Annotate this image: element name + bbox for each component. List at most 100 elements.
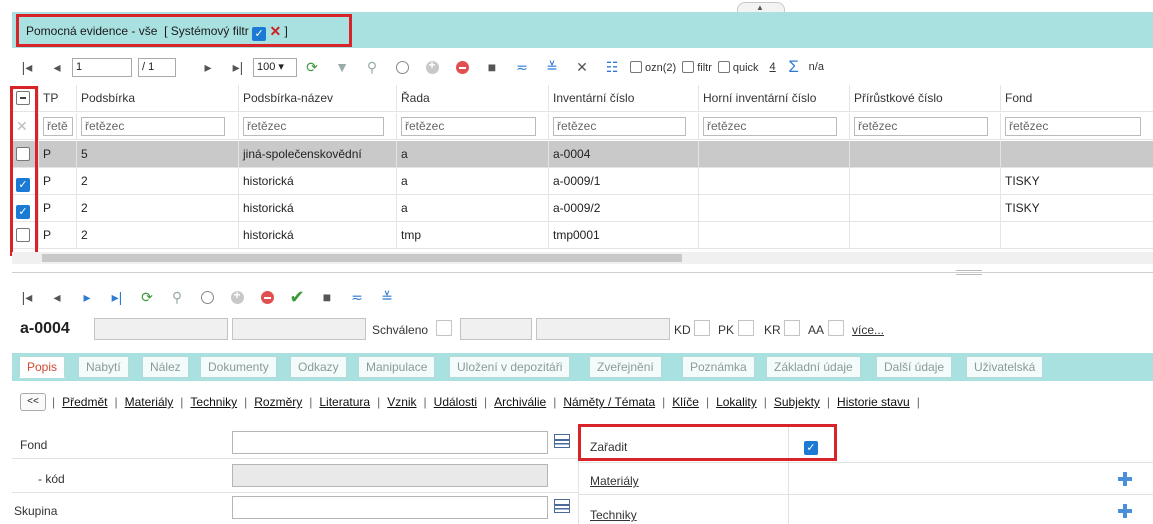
- list-picker-icon[interactable]: [554, 434, 570, 448]
- refresh-icon[interactable]: ⟳: [302, 57, 322, 77]
- add-icon[interactable]: [227, 287, 247, 307]
- section-link[interactable]: Rozměry: [254, 395, 302, 409]
- section-link[interactable]: Náměty / Témata: [563, 395, 655, 409]
- search-icon[interactable]: ⚲: [362, 57, 382, 77]
- add-technique-icon[interactable]: [1118, 504, 1132, 518]
- section-link[interactable]: Subjekty: [774, 395, 820, 409]
- column-header[interactable]: Řada: [396, 85, 548, 112]
- table-row[interactable]: P 5 jiná-společenskovědní a a-0004: [12, 141, 1153, 168]
- sort-multi-icon[interactable]: ≚: [542, 57, 562, 77]
- column-header[interactable]: Podsbírka-název: [238, 85, 396, 112]
- page-number-input[interactable]: 1: [72, 57, 132, 77]
- delete-icon[interactable]: [452, 57, 472, 77]
- page-size-select[interactable]: 100 ▾: [253, 57, 297, 77]
- filter-input[interactable]: [43, 116, 74, 136]
- next-page-icon[interactable]: ▸: [198, 57, 218, 77]
- first-record-icon[interactable]: |◂: [17, 287, 37, 307]
- prev-record-icon[interactable]: ◂: [47, 287, 67, 307]
- sort-multi-icon[interactable]: ≚: [377, 287, 397, 307]
- table-row[interactable]: P 2 historická tmp tmp0001: [12, 222, 1153, 249]
- section-link[interactable]: Historie stavu: [837, 395, 910, 409]
- refresh-icon[interactable]: ⟳: [137, 287, 157, 307]
- fond-input[interactable]: [232, 431, 548, 454]
- section-link[interactable]: Lokality: [716, 395, 757, 409]
- tab-7[interactable]: Zveřejnění: [589, 356, 662, 378]
- column-header[interactable]: Přírůstkové číslo: [849, 85, 1000, 112]
- tab-3[interactable]: Dokumenty: [200, 356, 277, 378]
- add-material-icon[interactable]: [1118, 472, 1132, 486]
- pk-checkbox[interactable]: [738, 320, 754, 336]
- column-header[interactable]: Inventární číslo: [548, 85, 698, 112]
- columns-icon[interactable]: ☷: [602, 57, 622, 77]
- sort-icon[interactable]: ≂: [512, 57, 532, 77]
- back-button[interactable]: <<: [20, 393, 46, 411]
- last-page-icon[interactable]: ▸|: [228, 57, 248, 77]
- section-link[interactable]: Vznik: [387, 395, 416, 409]
- system-filter-checkbox[interactable]: ✓: [252, 27, 267, 41]
- schvaleno-checkbox[interactable]: [436, 320, 452, 336]
- print-icon[interactable]: ■: [482, 57, 502, 77]
- section-link[interactable]: Předmět: [62, 395, 107, 409]
- tab-2[interactable]: Nález: [142, 356, 189, 378]
- section-link[interactable]: Klíče: [672, 395, 699, 409]
- section-link[interactable]: Materiály: [125, 395, 174, 409]
- filter-input[interactable]: [1005, 116, 1142, 136]
- filter-input[interactable]: [243, 116, 384, 136]
- column-header[interactable]: Horní inventární číslo: [698, 85, 849, 112]
- tab-0[interactable]: Popis: [19, 356, 66, 378]
- prev-page-icon[interactable]: ◂: [47, 57, 67, 77]
- column-header[interactable]: Podsbírka: [76, 85, 238, 112]
- tab-8[interactable]: Poznámka: [682, 356, 755, 378]
- tab-9[interactable]: Základní údaje: [766, 356, 861, 378]
- more-link[interactable]: více...: [852, 323, 884, 337]
- aa-checkbox[interactable]: [828, 320, 844, 336]
- next-record-icon[interactable]: ▸: [77, 287, 97, 307]
- filter-input[interactable]: [854, 116, 989, 136]
- filter-input[interactable]: [553, 116, 687, 136]
- tab-10[interactable]: Další údaje: [876, 356, 953, 378]
- sum-icon[interactable]: Σ: [784, 57, 804, 77]
- kr-checkbox[interactable]: [784, 320, 800, 336]
- filter-input[interactable]: [81, 116, 226, 136]
- first-page-icon[interactable]: |◂: [17, 57, 37, 77]
- print-icon[interactable]: ■: [317, 287, 337, 307]
- section-link[interactable]: Události: [434, 395, 477, 409]
- tab-6[interactable]: Uložení v depozitáři: [449, 356, 571, 378]
- section-link[interactable]: Techniky: [190, 395, 237, 409]
- grid-header-row: TP Podsbírka Podsbírka-název Řada Invent…: [12, 85, 1153, 112]
- list-picker-icon[interactable]: [554, 499, 570, 513]
- sort-icon[interactable]: ≂: [347, 287, 367, 307]
- section-link[interactable]: Archiválie: [494, 395, 546, 409]
- delete-icon[interactable]: [257, 287, 277, 307]
- table-row[interactable]: ✓ P 2 historická a a-0009/1 TISKY: [12, 168, 1153, 195]
- tab-1[interactable]: Nabytí: [78, 356, 129, 378]
- tab-11[interactable]: Uživatelská: [966, 356, 1044, 378]
- filtr-toggle[interactable]: filtr: [682, 60, 712, 74]
- filter-icon[interactable]: ▼: [332, 57, 352, 77]
- skupina-input[interactable]: [232, 496, 548, 519]
- record-count[interactable]: 4: [770, 61, 776, 73]
- filter-input[interactable]: [401, 116, 537, 136]
- system-filter-remove-icon[interactable]: ✕: [269, 23, 281, 40]
- last-record-icon[interactable]: ▸|: [107, 287, 127, 307]
- filter-input[interactable]: [703, 116, 838, 136]
- materialy-link[interactable]: Materiály: [590, 474, 639, 488]
- scrollbar-thumb[interactable]: [42, 254, 682, 262]
- confirm-icon[interactable]: ✔: [287, 287, 307, 307]
- section-link[interactable]: Literatura: [319, 395, 370, 409]
- tools-icon[interactable]: ✕: [572, 57, 592, 77]
- quick-toggle[interactable]: quick: [717, 60, 759, 74]
- column-header[interactable]: TP: [38, 85, 76, 112]
- history-icon[interactable]: [392, 57, 412, 77]
- tab-4[interactable]: Odkazy: [290, 356, 347, 378]
- techniky-link[interactable]: Techniky: [590, 508, 637, 522]
- add-icon[interactable]: [422, 57, 442, 77]
- kd-checkbox[interactable]: [694, 320, 710, 336]
- history-icon[interactable]: [197, 287, 217, 307]
- table-row[interactable]: ✓ P 2 historická a a-0009/2 TISKY: [12, 195, 1153, 222]
- ozn-toggle[interactable]: ozn(2): [630, 60, 676, 74]
- search-icon[interactable]: ⚲: [167, 287, 187, 307]
- column-header[interactable]: Fond: [1000, 85, 1153, 112]
- splitter-grip[interactable]: [956, 270, 982, 275]
- tab-5[interactable]: Manipulace: [358, 356, 436, 378]
